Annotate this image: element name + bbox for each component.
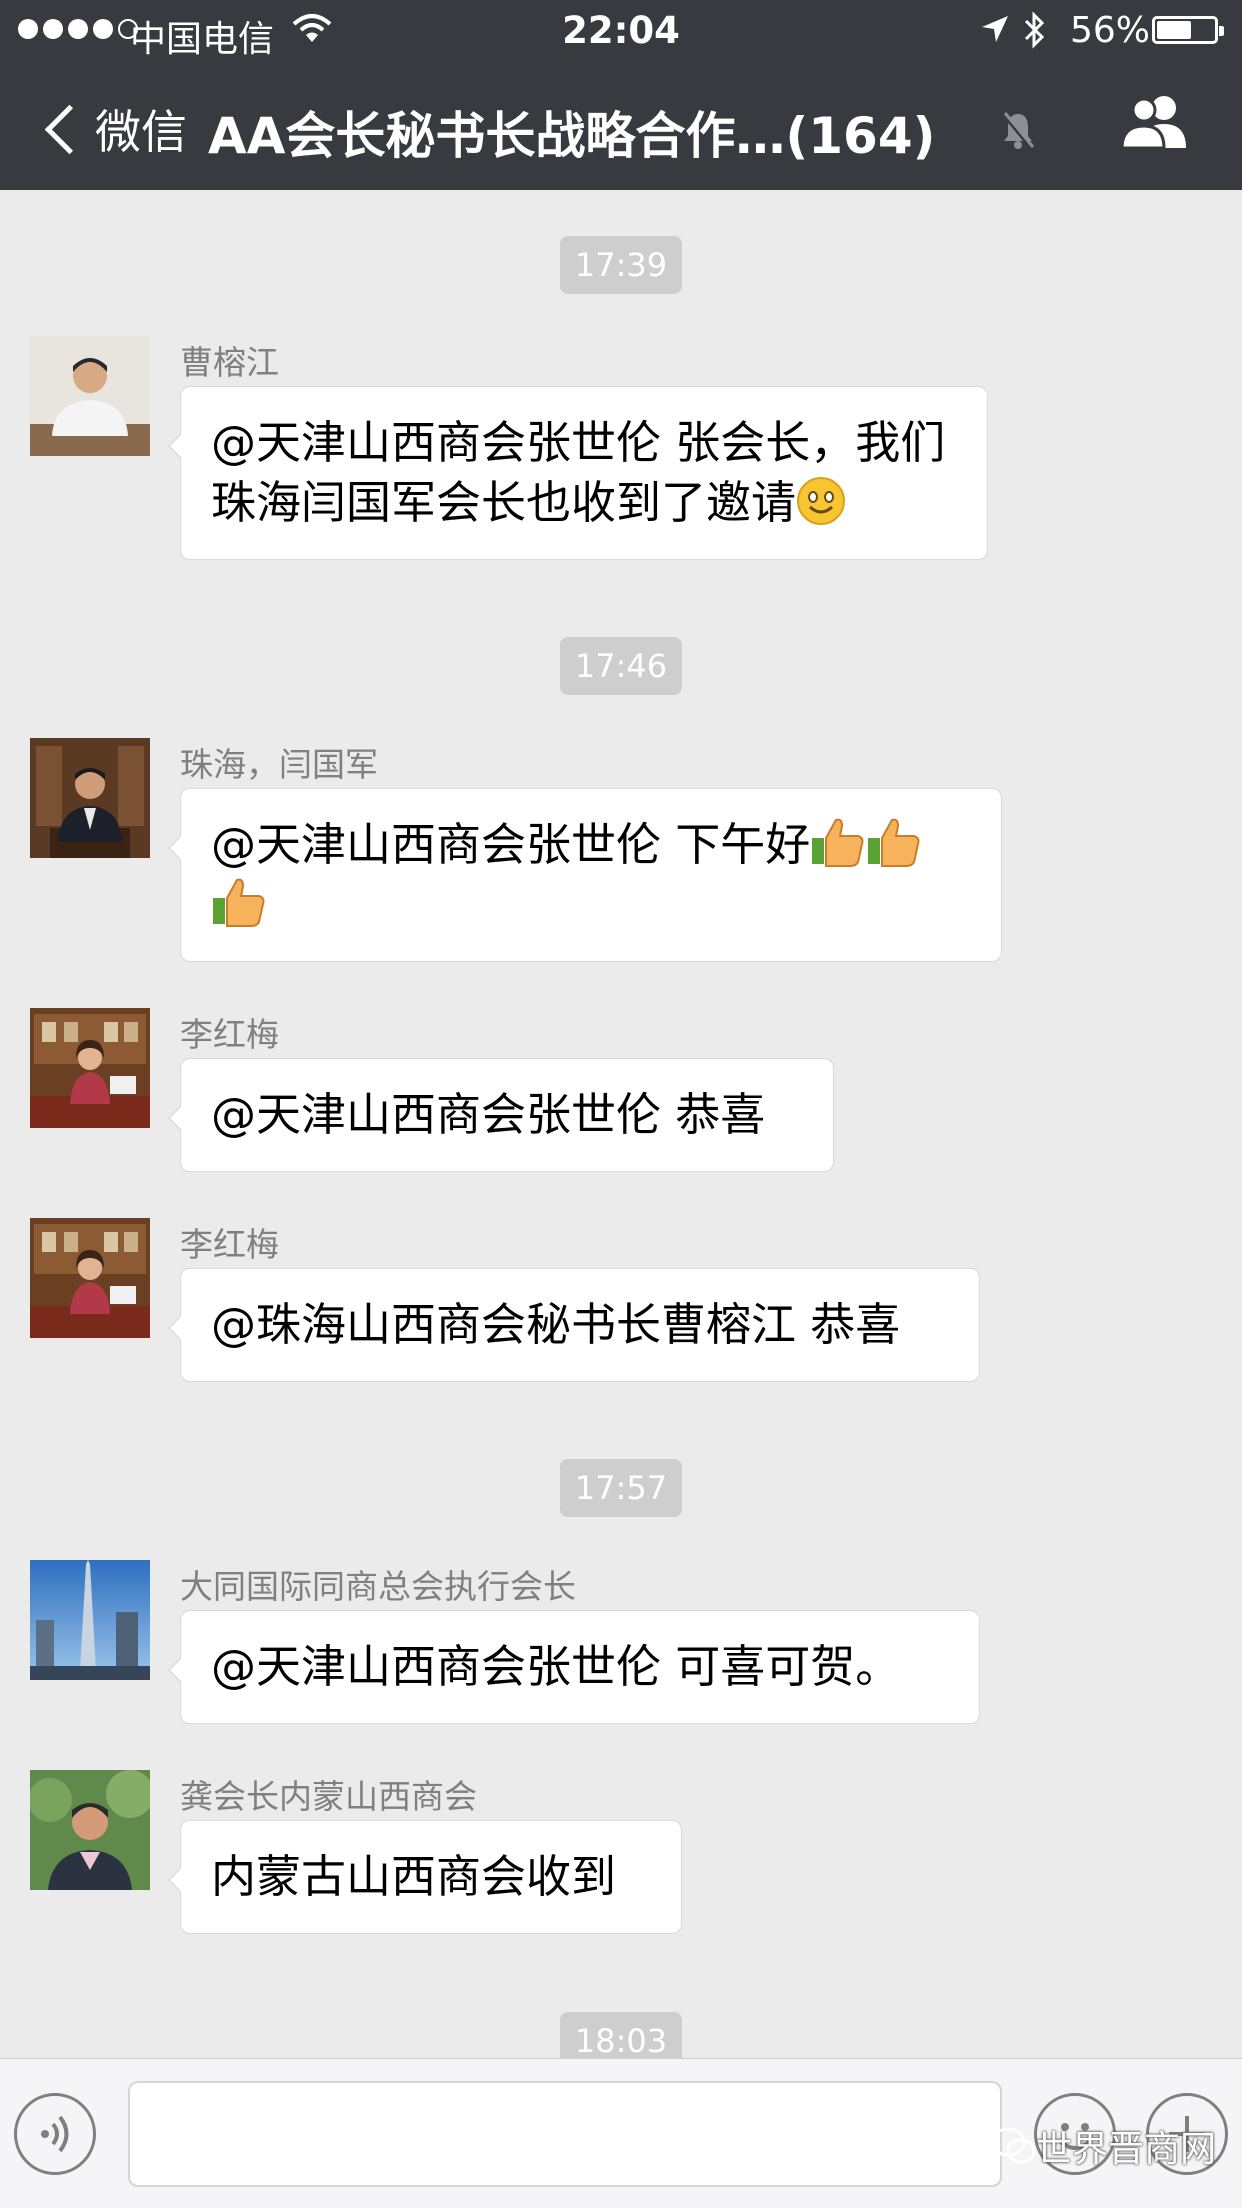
message-text: 内蒙古山西商会收到 [211,1850,617,1903]
avatar[interactable] [30,1008,150,1128]
group-members-icon[interactable] [1118,92,1192,152]
back-button[interactable]: 微信 [38,96,187,162]
sender-name: 李红梅 [180,1225,279,1264]
message-bubble[interactable]: @天津山西商会张世伦 恭喜 [168,1058,834,1172]
timestamp: 17:39 [560,236,682,294]
status-bar: 中国电信 22:04 56% [0,0,1242,62]
avatar[interactable] [30,336,150,456]
message-bubble[interactable]: 内蒙古山西商会收到 [168,1820,682,1934]
timestamp: 18:03 [560,2012,682,2058]
avatar[interactable] [30,738,150,858]
watermark: 世界晋商网 [990,2120,1216,2172]
back-label: 微信 [95,105,187,159]
message-text: @天津山西商会张世伦 恭喜 [211,1088,766,1141]
sender-name: 李红梅 [180,1015,279,1054]
message-bubble[interactable]: @天津山西商会张世伦 张会长，我们珠海闫国军会长也收到了邀请 [168,386,988,560]
location-arrow-icon [982,16,1008,42]
mute-bell-icon [1002,112,1035,150]
chat-title: AA会长秘书长战略合作…(164) [208,107,936,165]
smile-emoji [797,477,846,525]
message-bubble[interactable]: @天津山西商会张世伦 可喜可贺。 [168,1610,980,1724]
avatar[interactable] [30,1560,150,1680]
timestamp: 17:46 [560,637,682,695]
wechat-logo-icon [990,2127,1036,2164]
thumbs-up-emoji [812,818,864,867]
status-time: 22:04 [562,9,680,52]
message-text: @天津山西商会张世伦 可喜可贺。 [211,1640,901,1693]
thumbs-up-emoji [868,818,920,867]
watermark-text: 世界晋商网 [1036,2129,1217,2170]
sender-name: 曹榕江 [180,343,279,382]
top-bar: 中国电信 22:04 56% 微信 AA会长秘书长战略合作…(164) [0,0,1242,190]
message-text: @珠海山西商会秘书长曹榕江 恭喜 [211,1298,901,1351]
chevron-left-icon [44,104,95,154]
avatar[interactable] [30,1770,150,1890]
thumbs-up-emoji [213,878,265,927]
voice-button[interactable] [14,2093,96,2175]
voice-icon [41,2115,69,2153]
sender-name: 龚会长内蒙山西商会 [180,1777,477,1816]
message-bubble[interactable]: @珠海山西商会秘书长曹榕江 恭喜 [168,1268,980,1382]
sender-name: 大同国际同商总会执行会长 [180,1567,576,1606]
bluetooth-icon [1024,11,1045,49]
message-input[interactable] [128,2081,1002,2187]
chat-area[interactable]: 17:39 曹榕江 @天津山西商会张世伦 张会长，我们珠海闫国军会长也收到了邀请… [0,190,1242,2058]
message-bubble[interactable]: @天津山西商会张世伦 下午好 [168,788,1002,962]
timestamp: 17:57 [560,1459,682,1517]
sender-name: 珠海，闫国军 [180,745,378,784]
avatar[interactable] [30,1218,150,1338]
battery-icon [1152,16,1224,44]
message-text: @天津山西商会张世伦 下午好 [211,818,811,871]
nav-bar: 微信 AA会长秘书长战略合作…(164) [0,62,1242,190]
battery-percent: 56% [1070,10,1151,51]
